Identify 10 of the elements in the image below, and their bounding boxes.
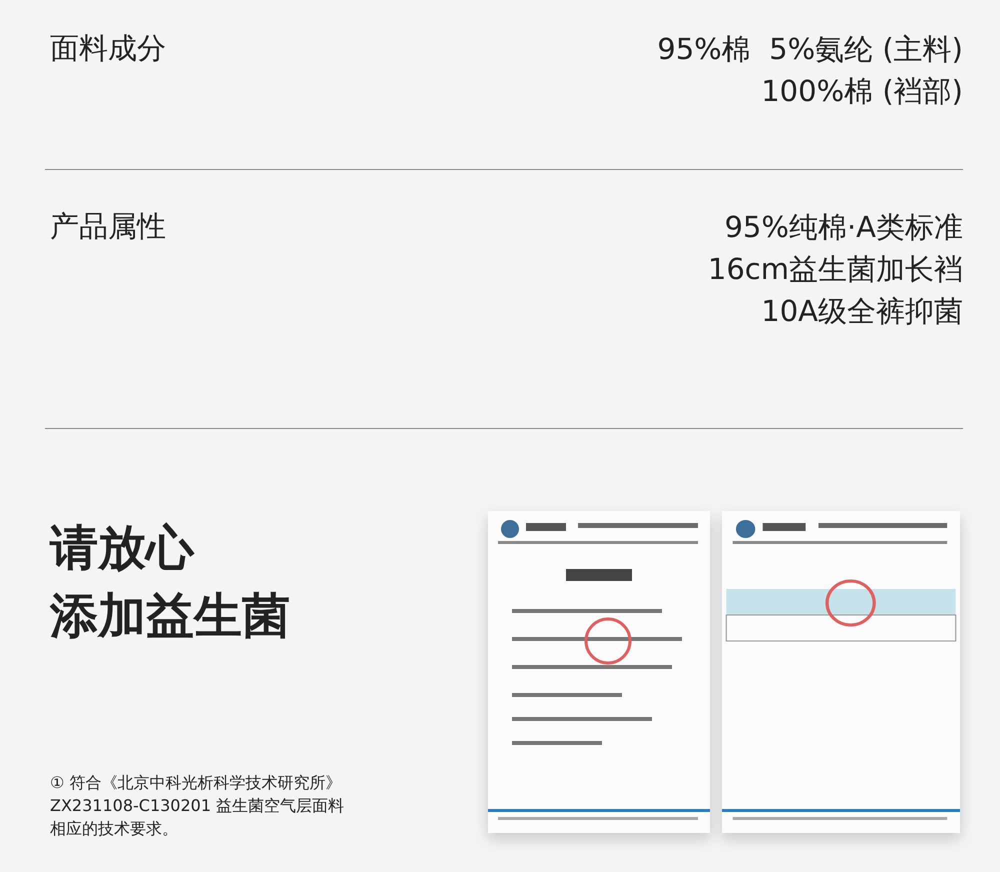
spec-value: 10A级全裤抑菌 — [761, 293, 963, 330]
spec-value: 95%棉 5%氨纶 (主料) — [657, 31, 963, 68]
spec-value: 100%棉 (裆部) — [761, 73, 963, 110]
headline: 请放心 — [50, 519, 196, 578]
footnote: ① 符合《北京中科光析科学技术研究所》 ZX231108-C130201 益生菌空气层面料 相应的技术要求。 — [50, 772, 346, 840]
spec-value: 95%纯棉·A类标准 — [724, 209, 963, 246]
spec-label: 面料成分 — [50, 30, 166, 67]
spec-label: 产品属性 — [50, 208, 166, 245]
headline: 添加益生菌 — [50, 587, 291, 646]
spec-value: 16cm益生菌加长裆 — [708, 251, 963, 288]
